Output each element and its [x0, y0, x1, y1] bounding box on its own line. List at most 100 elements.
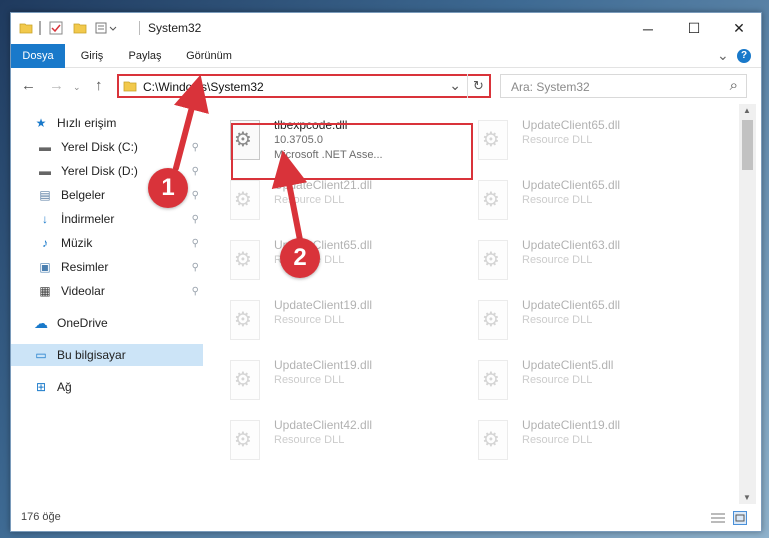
new-folder-icon[interactable] [73, 21, 87, 37]
refresh-button[interactable]: ↻ [467, 74, 489, 98]
ribbon-tabs: Dosya Giriş Paylaş Görünüm ⌄ ? [11, 44, 761, 100]
address-bar[interactable]: C:\Windows\System32 ⌄ ↻ [117, 74, 491, 98]
navigation-bar: ← → ⌄ ↑ C:\Windows\System32 ⌄ ↻ Ara: Sys… [11, 68, 761, 104]
sidebar-item-onedrive[interactable]: ☁ OneDrive [11, 312, 203, 334]
file-item[interactable]: UpdateClient63.dll Resource DLL [472, 232, 712, 288]
pin-icon[interactable]: ⚲ [192, 262, 199, 273]
file-name: UpdateClient5.dll [522, 358, 614, 372]
file-description: Resource DLL [522, 194, 593, 206]
tiles-view-icon[interactable] [733, 511, 747, 525]
address-path: C:\Windows\System32 [143, 80, 264, 94]
close-button[interactable]: ✕ [716, 13, 762, 44]
file-description: Resource DLL [274, 374, 345, 386]
tab-home[interactable]: Giriş [71, 44, 113, 68]
sidebar-item-label: Ağ [57, 380, 72, 394]
file-name: UpdateClient65.dll [522, 178, 621, 192]
file-item[interactable]: UpdateClient65.dll Resource DLL [472, 172, 712, 228]
sidebar-item-quick-access[interactable]: ★ Hızlı erişim [11, 112, 203, 134]
file-name: UpdateClient19.dll [274, 298, 373, 312]
computer-icon: ▭ [35, 348, 47, 362]
folder-icon [123, 79, 137, 96]
file-description: Resource DLL [522, 374, 593, 386]
search-icon[interactable]: ⌕ [730, 77, 738, 94]
sidebar-item-label: Yerel Disk (D:) [61, 164, 138, 178]
up-button[interactable]: ↑ [95, 77, 103, 94]
expand-ribbon-icon[interactable]: ⌄ [717, 47, 729, 64]
music-icon: ♪ [42, 236, 48, 250]
details-view-icon[interactable] [711, 512, 725, 524]
file-description: Resource DLL [522, 254, 593, 266]
status-bar: 176 öğe [11, 505, 761, 531]
title-bar: System32 ─ ☐ ✕ [11, 13, 761, 44]
file-item[interactable]: UpdateClient42.dll Resource DLL [224, 412, 464, 468]
dll-file-icon [478, 360, 508, 400]
dll-file-icon [230, 420, 260, 460]
recent-locations-icon[interactable]: ⌄ [73, 82, 81, 93]
customize-toolbar-icon[interactable] [95, 21, 119, 37]
scroll-down-icon[interactable]: ▼ [743, 493, 751, 502]
file-item[interactable]: UpdateClient5.dll Resource DLL [472, 352, 712, 408]
sidebar-item-videos[interactable]: ▦ Videolar ⚲ [11, 280, 203, 302]
sidebar-item-label: OneDrive [57, 316, 108, 330]
sidebar-item-label: Belgeler [61, 188, 106, 202]
file-name: UpdateClient65.dll [522, 298, 621, 312]
drive-icon: ▬ [39, 164, 51, 178]
file-item[interactable]: UpdateClient21.dll Resource DLL [224, 172, 464, 228]
search-input[interactable]: Ara: System32 ⌕ [500, 74, 747, 98]
tab-view[interactable]: Görünüm [177, 44, 241, 68]
sidebar-item-music[interactable]: ♪ Müzik ⚲ [11, 232, 203, 254]
back-button[interactable]: ← [21, 77, 36, 94]
pin-icon[interactable]: ⚲ [192, 214, 199, 225]
sidebar-item-downloads[interactable]: ↓ İndirmeler ⚲ [11, 208, 203, 230]
pin-icon[interactable]: ⚲ [192, 286, 199, 297]
sidebar-item-label: Müzik [61, 236, 93, 250]
pictures-icon: ▣ [39, 260, 51, 274]
video-icon: ▦ [39, 284, 51, 298]
file-item[interactable]: UpdateClient19.dll Resource DLL [472, 412, 712, 468]
network-icon: ⊞ [35, 380, 47, 394]
dll-file-icon [478, 420, 508, 460]
pin-icon[interactable]: ⚲ [192, 142, 199, 153]
file-item[interactable]: UpdateClient19.dll Resource DLL [224, 292, 464, 348]
help-icon[interactable]: ? [737, 49, 751, 63]
sidebar-item-label: Resimler [61, 260, 109, 274]
window-title: System32 [148, 21, 202, 35]
file-item[interactable]: UpdateClient65.dll Resource DLL [224, 232, 464, 288]
dll-file-icon [230, 240, 260, 280]
file-item[interactable]: UpdateClient65.dll Resource DLL [472, 292, 712, 348]
documents-icon: ▤ [39, 188, 51, 202]
address-dropdown-icon[interactable]: ⌄ [449, 77, 461, 94]
explorer-window: System32 ─ ☐ ✕ Dosya Giriş Paylaş Görünü… [10, 12, 762, 532]
properties-icon[interactable] [49, 21, 63, 37]
minimize-button[interactable]: ─ [625, 13, 671, 44]
pin-icon[interactable]: ⚲ [192, 238, 199, 249]
separator [139, 21, 140, 35]
pin-icon[interactable]: ⚲ [192, 190, 199, 201]
sidebar-item-label: İndirmeler [61, 212, 115, 226]
sidebar-item-label: Bu bilgisayar [57, 348, 126, 362]
vertical-scrollbar[interactable]: ▲ ▼ [739, 104, 756, 504]
scrollbar-thumb[interactable] [742, 120, 753, 170]
scroll-up-icon[interactable]: ▲ [743, 106, 751, 115]
maximize-button[interactable]: ☐ [671, 13, 717, 44]
tab-share[interactable]: Paylaş [121, 44, 169, 68]
pin-icon[interactable]: ⚲ [192, 166, 199, 177]
sidebar-item-local-disk-c[interactable]: ▬ Yerel Disk (C:) ⚲ [11, 136, 203, 158]
step-2-badge: 2 [280, 238, 320, 278]
file-name: UpdateClient63.dll [522, 238, 621, 252]
search-placeholder: Ara: System32 [511, 80, 590, 94]
file-name: UpdateClient19.dll [274, 358, 373, 372]
dll-file-icon [478, 180, 508, 220]
file-item[interactable]: UpdateClient19.dll Resource DLL [224, 352, 464, 408]
sidebar-item-this-pc[interactable]: ▭ Bu bilgisayar [11, 344, 203, 366]
sidebar-item-label: Hızlı erişim [57, 116, 117, 130]
step-1-badge: 1 [148, 168, 188, 208]
forward-button[interactable]: → [49, 77, 64, 94]
highlight-box [231, 123, 473, 180]
drive-icon: ▬ [39, 140, 51, 154]
file-description: Resource DLL [522, 314, 593, 326]
file-item[interactable]: UpdateClient65.dll Resource DLL [472, 112, 712, 168]
file-description: Resource DLL [274, 434, 345, 446]
sidebar-item-pictures[interactable]: ▣ Resimler ⚲ [11, 256, 203, 278]
sidebar-item-network[interactable]: ⊞ Ağ [11, 376, 203, 398]
